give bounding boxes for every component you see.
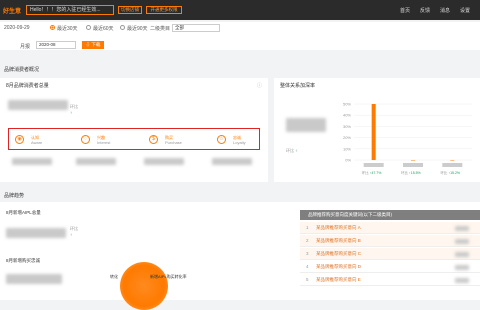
bar-huanbi-label: 环比 [362,170,370,175]
download-button[interactable]: ⇩ 下载 [82,41,104,49]
aware-value-masked [12,158,52,165]
funnel-right-label: 新增AIPL购买转化率 [150,274,187,279]
apply-permission-button[interactable]: 开通更多权限 [146,6,182,14]
total-value-masked [8,100,68,110]
stage-loyalty-en: Loyalty [233,140,246,145]
brand-logo: 好生意 [3,9,22,15]
eye-icon: ◉ [15,135,24,144]
info-icon[interactable]: ⓘ [257,82,262,89]
row-value-masked [455,252,469,257]
radio-90d[interactable] [120,25,125,30]
new-aipl-huanbi: 环比 ↑ [70,226,78,237]
stage-interest[interactable]: ♡ 兴趣 Interest [79,133,133,147]
overview-title: 品牌消费者概况 [4,67,40,73]
row-rank: 2 [306,238,309,243]
stage-aware-en: Aware [31,140,43,145]
nav-messages[interactable]: 消息 [440,7,450,14]
deepening-bar-chart: 50%40%30%20%10%0% 环比 ↑47.7% 环比 ↑15.5% 环比 ↑15.… [343,102,472,175]
new-aipl-title: 8月新增AIPL总量 [6,210,41,215]
deepening-card: 整体关系加深率 环比 ↑ 50% 40% 30% 20% 10% 0% 环比 ↑47.7% 环… [274,78,480,182]
trend-title: 品牌趋势 [4,193,25,199]
nav-settings[interactable]: 设置 [460,7,470,14]
aipl-stage-strip: ◉ 认知 Aware ♡ 兴趣 Interest $ 购买 Purchase ☆… [8,128,260,150]
y-tick-label: 20% [343,135,351,140]
table-row[interactable]: 1 某品牌推荐购买意向 A [300,222,480,234]
channel-select[interactable]: 全部 [172,24,220,32]
row-rank: 3 [306,251,309,256]
radio-30d-label: 最近30天 [57,26,78,32]
stage-purchase-en: Purchase [165,140,182,145]
y-tick-label: 40% [343,113,351,118]
funnel-left-label: 转化 [110,274,118,279]
row-rank: 1 [306,225,309,230]
deepening-huanbi: 环比 ↑ [286,148,298,153]
bar-huanbi-label: 环比 [440,170,447,175]
welcome-banner: Hello！！！您的入驻已经生效... [26,5,114,15]
row-keyword: 某品牌推荐购买意向 B [316,238,361,243]
channel-label: 二级类目 [150,26,171,32]
month-select[interactable]: 2020-08 [36,41,76,49]
card2-title: 整体关系加深率 [280,83,316,89]
bar[interactable] [371,104,376,160]
y-tick-label: 0% [345,158,351,163]
nav-home[interactable]: 首页 [400,7,410,14]
conversion-circle [120,262,168,310]
heart-icon: ♡ [81,135,90,144]
loyalty-value-masked [212,158,252,165]
keyword-table-header: 品牌推荐购买意向度关键词(以下二级类目) [300,210,480,220]
y-tick-label: 30% [343,124,351,129]
interest-value-masked [76,158,116,165]
bar[interactable] [450,160,455,161]
radio-60d[interactable] [86,25,91,30]
row-value-masked [455,265,469,270]
table-row[interactable]: 3 某品牌推荐购买意向 C [300,248,480,260]
download-label: 下载 [91,42,101,47]
radio-90d-label: 最近90天 [127,26,148,32]
new-aipl-value-masked [6,228,66,238]
table-row[interactable]: 4 某品牌推荐购买意向 D [300,261,480,273]
new-purchase-title: 8月新增购买忠诚 [6,258,41,263]
row-rank: 5 [306,277,309,282]
stage-loyalty[interactable]: ☆ 忠诚 Loyalty [215,133,269,147]
top-bar: 好生意 Hello！！！您的入驻已经生效... 切换店铺 开通更多权限 首页 反… [0,0,480,20]
table-row[interactable]: 5 某品牌推荐购买意向 E [300,274,480,286]
new-purchase-value-masked [6,274,62,284]
row-keyword: 某品牌推荐购买意向 D [316,264,361,269]
radio-60d-label: 最近60天 [93,26,114,32]
bar-huanbi-label: 环比 [401,170,409,175]
table-row[interactable]: 2 某品牌推荐购买意向 B [300,235,480,247]
nav-feedback[interactable]: 反馈 [420,7,430,14]
stage-aware[interactable]: ◉ 认知 Aware [13,133,67,147]
bar-pct-label: ↑15.2% [448,171,460,175]
row-value-masked [455,226,469,231]
bar-pct-label: ↑47.7% [370,171,382,175]
purchase-value-masked [144,158,184,165]
radio-30d[interactable] [50,25,55,30]
total-huanbi: 环比 ↑ [70,104,78,115]
x-tick-label-masked [442,163,463,167]
row-keyword: 某品牌推荐购买意向 C [316,251,361,256]
bar[interactable] [411,160,415,161]
date-display: 2020-09-29 [4,25,30,31]
stage-interest-en: Interest [97,140,111,145]
row-keyword: 某品牌推荐购买意向 E [316,277,361,282]
switch-store-button[interactable]: 切换店铺 [118,6,142,14]
y-tick-label: 50% [343,102,351,107]
row-rank: 4 [306,264,309,269]
star-icon: ☆ [217,135,226,144]
y-tick-label: 10% [343,146,351,151]
bar-pct-label: ↑15.5% [409,171,421,175]
coin-icon: $ [149,135,158,144]
month-label: 月报 [20,44,31,50]
row-keyword: 某品牌推荐购买意向 A [316,225,361,230]
card1-title: 8月品牌消费者总量 [6,83,49,89]
deepening-summary-masked [286,118,326,132]
row-value-masked [455,239,469,244]
x-tick-label-masked [363,163,384,167]
stage-purchase[interactable]: $ 购买 Purchase [147,133,201,147]
x-tick-label-masked [403,163,423,167]
row-value-masked [455,278,469,283]
